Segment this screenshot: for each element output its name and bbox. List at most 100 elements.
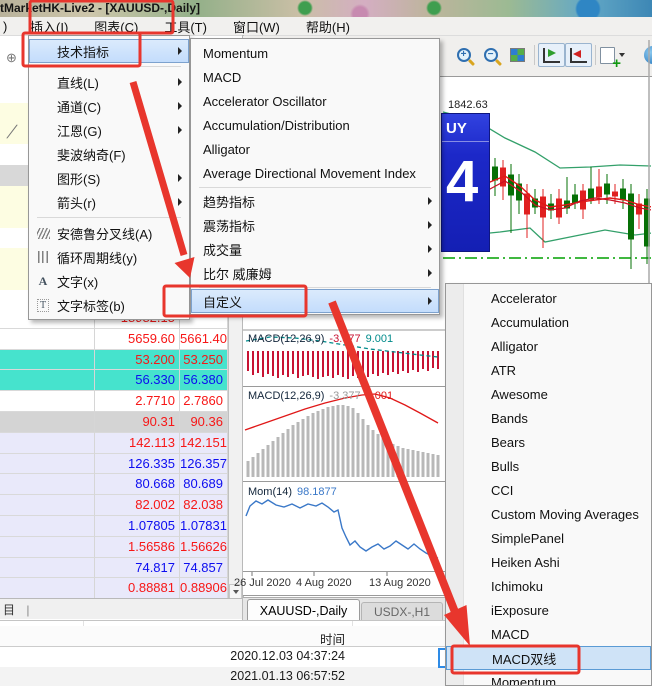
bid-cell: 56.330 — [95, 370, 180, 391]
menu-item-accumulation-distribution[interactable]: Accumulation/Distribution — [191, 113, 439, 137]
bid-cell: 5659.60 — [95, 329, 180, 350]
zoom-in-icon: + — [457, 48, 471, 62]
market-watch-row[interactable]: 0.888810.88906 — [0, 578, 228, 599]
market-watch-row[interactable]: 74.81774.857 — [0, 558, 228, 579]
menu-item-label: Bands — [491, 411, 528, 426]
market-watch-scrollbar[interactable] — [228, 308, 242, 599]
menu-help[interactable]: 帮助(H) — [293, 20, 363, 35]
menu-item-alligator[interactable]: Alligator — [446, 334, 651, 358]
market-watch-row[interactable]: 90.3190.36 — [0, 412, 228, 433]
menu-charts[interactable]: 图表(C) — [81, 20, 151, 35]
menu-item-average-directional-movement-index[interactable]: Average Directional Movement Index — [191, 161, 439, 185]
chart-tab-inactive[interactable]: USDX-,H1 — [361, 602, 443, 621]
menu-item-accelerator[interactable]: Accelerator — [446, 286, 651, 310]
add-indicator-button[interactable] — [599, 43, 626, 67]
market-watch-row[interactable]: 1.565861.56626 — [0, 537, 228, 558]
menu-item-label: MACD — [491, 627, 529, 642]
menu-item-label: 直线(L) — [57, 73, 99, 92]
market-watch-row[interactable]: 80.66880.689 — [0, 474, 228, 495]
menu-item-label: SimplePanel — [491, 531, 564, 546]
menu-item-momentum[interactable]: Momentum — [191, 41, 439, 65]
symbol-cell — [0, 495, 95, 516]
menu-item-ichimoku[interactable]: Ichimoku — [446, 574, 651, 598]
chart-tab-active[interactable]: XAUUSD-,Daily — [247, 599, 360, 621]
menu-item-channels[interactable]: 通道(C) — [29, 94, 189, 118]
menu-item-macd[interactable]: MACD — [446, 622, 651, 646]
menu-item-tech-indicators[interactable]: 技术指标 — [29, 39, 189, 63]
menu-item-andrews-pitchfork[interactable]: 安德鲁分叉线(A) — [29, 221, 189, 245]
menu-item-label: 文字(x) — [57, 272, 98, 291]
menu-bar-items: 插入(I)图表(C)工具(T)窗口(W)帮助(H) — [17, 17, 363, 36]
menu-item-iexposure[interactable]: iExposure — [446, 598, 651, 622]
submenu-arrow-icon — [178, 78, 182, 86]
menu-item-bill-williams[interactable]: 比尔 威廉姆 — [191, 261, 439, 285]
auto-scroll-button[interactable] — [565, 43, 592, 67]
menu-item-macd[interactable]: MACD — [191, 65, 439, 89]
bid-cell: 1.56586 — [95, 537, 180, 558]
symbol-cell — [0, 537, 95, 558]
menu-item-momentum[interactable]: Momentum — [446, 670, 651, 686]
menu-item-volumes[interactable]: 成交量 — [191, 237, 439, 261]
market-watch-row[interactable]: 5659.605661.40 — [0, 329, 228, 350]
menu-item-custom[interactable]: 自定义 — [191, 289, 439, 313]
menu-item-shapes[interactable]: 图形(S) — [29, 166, 189, 190]
menu-item-accumulation[interactable]: Accumulation — [446, 310, 651, 334]
menu-item-text[interactable]: A文字(x) — [29, 269, 189, 293]
chart-shift-button[interactable] — [538, 43, 565, 67]
market-watch-row[interactable]: 142.113142.151 — [0, 433, 228, 454]
bid-cell: 1.07805 — [95, 516, 180, 537]
menu-item-label: Accelerator — [491, 291, 557, 306]
partial-tab-label[interactable]: 目 — [3, 603, 15, 617]
menu-insert[interactable]: 插入(I) — [17, 20, 81, 35]
menu-item-label: 比尔 威廉姆 — [203, 264, 272, 283]
menu-item-cycle-lines[interactable]: 循环周期线(y) — [29, 245, 189, 269]
market-watch-row[interactable]: 2.77102.7860 — [0, 391, 228, 412]
menu-item-heiken-ashi[interactable]: Heiken Ashi — [446, 550, 651, 574]
menu-item-label: Alligator — [203, 142, 250, 157]
menu-item-bulls[interactable]: Bulls — [446, 454, 651, 478]
menu-item-cci[interactable]: CCI — [446, 478, 651, 502]
menu-item-awesome[interactable]: Awesome — [446, 382, 651, 406]
menu-item-arrows[interactable]: 箭头(r) — [29, 190, 189, 214]
menu-item-oscillator-indicators[interactable]: 震荡指标 — [191, 213, 439, 237]
menu-item-fibonacci[interactable]: 斐波纳奇(F) — [29, 142, 189, 166]
date-axis-label: 13 Aug 2020 — [369, 577, 431, 589]
market-watch-row[interactable]: 82.00282.038 — [0, 495, 228, 516]
menu-item-text-label[interactable]: T文字标签(b) — [29, 293, 189, 317]
one-click-buy-widget[interactable]: UY 4 — [441, 113, 490, 252]
menu-item-label: iExposure — [491, 603, 549, 618]
menu-item-accelerator-oscillator[interactable]: Accelerator Oscillator — [191, 89, 439, 113]
menu-item-simplepanel[interactable]: SimplePanel — [446, 526, 651, 550]
market-watch-row[interactable]: 53.20053.250 — [0, 350, 228, 371]
zoom-out-button[interactable]: − — [477, 43, 504, 67]
buy-widget-price-digit: 4 — [442, 142, 489, 222]
time-column-header[interactable]: 时间 — [320, 629, 345, 648]
menu-item-macd-double-line[interactable]: MACD双线 — [446, 646, 651, 670]
indicator-panel-label: Mom(14)98.1877 — [248, 486, 342, 498]
ask-cell: 142.151 — [180, 433, 228, 454]
menu-bar-overflow[interactable]: ) — [0, 19, 17, 34]
bid-cell: 80.668 — [95, 474, 180, 495]
market-watch-row[interactable]: 56.33056.380 — [0, 370, 228, 391]
menu-item-alligator[interactable]: Alligator — [191, 137, 439, 161]
submenu-arrow-icon — [178, 174, 182, 182]
menu-window[interactable]: 窗口(W) — [220, 20, 293, 35]
menu-item-gann[interactable]: 江恩(G) — [29, 118, 189, 142]
text-label-icon: T — [35, 298, 51, 312]
menu-item-bears[interactable]: Bears — [446, 430, 651, 454]
market-watch-row[interactable]: 1.078051.07831 — [0, 516, 228, 537]
menu-item-label: 通道(C) — [57, 97, 101, 116]
menu-tools[interactable]: 工具(T) — [151, 20, 220, 35]
menu-item-label: 斐波纳奇(F) — [57, 145, 126, 164]
market-watch-row[interactable]: 126.335126.357 — [0, 454, 228, 475]
menu-item-bands[interactable]: Bands — [446, 406, 651, 430]
menu-item-trend-indicators[interactable]: 趋势指标 — [191, 189, 439, 213]
tile-windows-button[interactable] — [504, 43, 531, 67]
menu-item-atr[interactable]: ATR — [446, 358, 651, 382]
zoom-in-button[interactable]: + — [450, 43, 477, 67]
menu-item-lines[interactable]: 直线(L) — [29, 70, 189, 94]
crosshair-icon[interactable]: ⊕ — [6, 50, 17, 66]
menu-item-custom-moving-averages[interactable]: Custom Moving Averages — [446, 502, 651, 526]
menu-separator — [37, 217, 181, 218]
triangle-down-icon — [233, 590, 239, 594]
